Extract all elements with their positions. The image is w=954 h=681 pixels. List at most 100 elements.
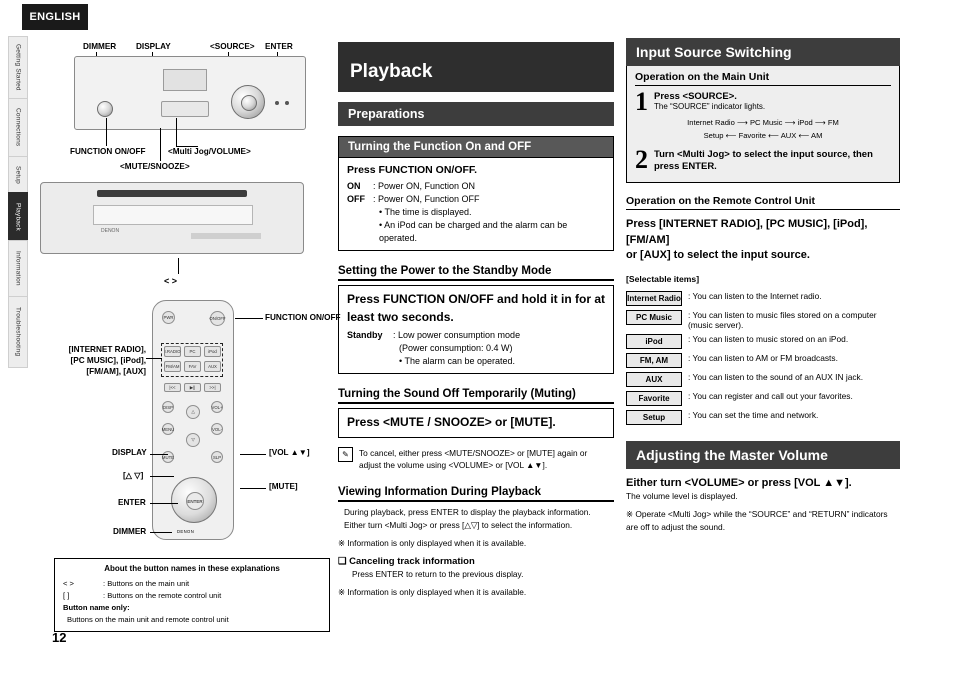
leader-jog [176, 118, 177, 146]
flow-arrow-5: ⟵ [768, 131, 781, 140]
item-desc-internet-radio: : You can listen to the Internet radio. [688, 291, 822, 302]
muting-note: To cancel, either press <MUTE/SNOOZE> or… [359, 447, 588, 471]
step-1-number: 1 [635, 87, 648, 116]
remote-on-off-button: ON/OFF [209, 311, 226, 326]
flow-am: AM [811, 131, 823, 140]
leader-enter-remote [150, 503, 178, 504]
step-1-title: Press <SOURCE>. [654, 91, 737, 102]
viewing-info-note1: ※ Information is only displayed when it … [338, 538, 527, 549]
leader-source-buttons [146, 358, 162, 359]
row-off-key: OFF [347, 194, 365, 205]
item-key-pc-music: PC Music [626, 310, 682, 326]
section-heading-muting: Turning the Sound Off Temporarily (Mutin… [338, 388, 614, 405]
remote-enter-button: ENTER [186, 492, 204, 510]
remote-display-button: DISP [162, 401, 174, 413]
item-desc-favorite: : You can register and call out your fav… [688, 391, 853, 402]
leader-mute-remote [240, 488, 266, 489]
item-desc-pc-music: : You can listen to music files stored o… [688, 310, 877, 331]
flow-arrow-3: ⟶ [814, 118, 828, 128]
item-key-internet-radio: Internet Radio [626, 291, 682, 307]
step-2-title: Turn <Multi Jog> to select the input sou… [654, 148, 873, 173]
remote-ipod-button: iPod [204, 346, 221, 357]
label-remote-function-text: FUNCTION ON/OFF [265, 313, 341, 322]
label-enter-remote: ENTER [118, 498, 146, 507]
remote-menu-button: MENU [162, 423, 174, 435]
main-unit-operation-heading: Operation on the Main Unit [635, 71, 891, 86]
label-dimmer: DIMMER [83, 42, 117, 51]
remote-pc-music-button: PC [184, 346, 201, 357]
label-remote-function: FUNCTION ON/OFF [265, 313, 341, 323]
adjusting-volume-heading: Adjusting the Master Volume [626, 441, 900, 470]
label-vol: [VOL ▲▼] [269, 448, 310, 457]
bullet-time: • The time is displayed. [379, 207, 472, 218]
table-row: Setup : You can set the time and network… [626, 408, 900, 427]
pencil-icon: ✎ [338, 446, 353, 462]
legend-desc-1: : Buttons on the main unit [103, 579, 190, 589]
source-flow-row-2: Setup ⟵ Favorite ⟵ AUX ⟵ AM [635, 130, 891, 143]
legend-sym-1: < > [63, 579, 74, 589]
table-row: PC Music : You can listen to music files… [626, 308, 900, 332]
legend-sym-2: [ ] [63, 591, 70, 601]
standby-lead: Press FUNCTION ON/OFF and hold it in for… [347, 292, 606, 324]
label-source-buttons-l3: [FM/AM], [AUX] [86, 367, 146, 377]
flow-arrow-2: ⟶ [784, 118, 798, 128]
sidebar-item-setup[interactable]: Setup [8, 156, 28, 192]
page-title: Playback [338, 42, 614, 92]
sidebar-item-connections[interactable]: Connections [8, 98, 28, 156]
label-mute-remote: [MUTE] [269, 482, 298, 491]
main-unit-body: DENON [40, 182, 304, 254]
remote-power-button: PWR [162, 311, 175, 324]
multi-jog-inner [241, 95, 257, 111]
step-2-number: 2 [635, 144, 648, 174]
source-flow-row-1: Internet Radio ⟶ PC Music ⟶ iPod ⟶ FM [635, 117, 891, 130]
label-updown: [△ ▽] [123, 471, 144, 480]
sidebar-item-getting-started[interactable]: Getting Started [8, 36, 28, 98]
item-desc-setup: : You can set the time and network. [688, 410, 819, 421]
flow-favorite: Favorite [738, 131, 766, 140]
remote-down-button: ▽ [186, 433, 200, 447]
main-unit-operation-panel: Operation on the Main Unit 1 Press <SOUR… [626, 66, 900, 183]
table-row: Favorite : You can register and call out… [626, 389, 900, 408]
label-display: DISPLAY [136, 42, 171, 51]
item-key-setup: Setup [626, 410, 682, 426]
leader-vol [240, 454, 266, 455]
item-key-favorite: Favorite [626, 391, 682, 407]
remote-operation-line1: Press [INTERNET RADIO], [PC MUSIC], [iPo… [626, 217, 868, 246]
step-1-desc: The “SOURCE” indicator lights. [654, 102, 766, 111]
label-source-buttons-l1: [INTERNET RADIO], [68, 345, 146, 354]
remote-up-button: △ [186, 405, 200, 419]
unit-small-button [161, 101, 209, 117]
leader-remote [178, 258, 179, 274]
main-unit-front-panel [74, 56, 306, 130]
step-1: 1 Press <SOURCE>. The “SOURCE” indicator… [635, 87, 891, 116]
multi-jog-volume-knob [231, 85, 265, 119]
section-body-standby: Press FUNCTION ON/OFF and hold it in for… [338, 285, 614, 375]
standby-power: (Power consumption: 0.4 W) [399, 343, 513, 354]
indicator-dot-1 [275, 101, 279, 105]
label-source: <SOURCE> [210, 42, 255, 51]
remote-play-pause-button: ▶|| [184, 383, 201, 392]
legend-footer-label: Button name only: [63, 602, 130, 612]
section-heading-viewing-info: Viewing Information During Playback [338, 486, 614, 502]
sidebar-item-information[interactable]: Information [8, 240, 28, 296]
remote-favorite-button: FAV [184, 361, 201, 372]
sidebar-item-playback[interactable]: Playback [8, 192, 28, 240]
label-dimmer-remote: DIMMER [113, 527, 147, 536]
flow-setup: Setup [703, 131, 724, 140]
section-body-function-on-off: Press FUNCTION ON/OFF. ON : Power ON, Fu… [338, 158, 614, 252]
remote-jog-dial: ENTER [171, 477, 217, 523]
flow-arrow-6: ⟵ [798, 131, 812, 140]
flow-fm: FM [827, 118, 839, 128]
label-mute-snooze: <MUTE/SNOOZE> [120, 162, 190, 171]
cd-slot [97, 190, 247, 197]
sidebar-item-troubleshooting[interactable]: Troubleshooting [8, 296, 28, 368]
remote-operation-line2: or [AUX] to select the input source. [626, 249, 810, 262]
label-display-remote: DISPLAY [112, 448, 147, 457]
brand-text: DENON [101, 228, 120, 234]
leader-updown [150, 476, 174, 477]
cancel-track-info-text: Press ENTER to return to the previous di… [352, 569, 524, 580]
muting-note-row: ✎ To cancel, either press <MUTE/SNOOZE> … [338, 446, 614, 472]
item-key-aux: AUX [626, 372, 682, 388]
item-key-fm-am: FM, AM [626, 353, 682, 369]
leader-function [106, 118, 107, 146]
